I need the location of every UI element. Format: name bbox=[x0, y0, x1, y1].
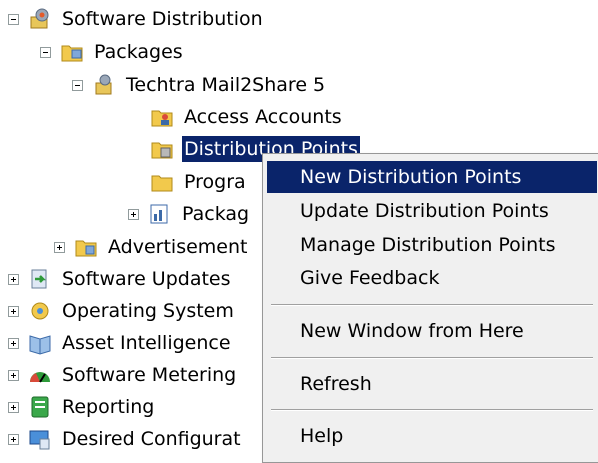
asset-intelligence-icon bbox=[28, 331, 52, 355]
tree-item-advertisements[interactable]: Advertisement bbox=[54, 231, 249, 263]
tree-item-software-updates[interactable]: Software Updates bbox=[8, 263, 233, 295]
expand-toggle[interactable] bbox=[8, 401, 19, 413]
menu-separator bbox=[271, 357, 593, 359]
collapse-toggle[interactable] bbox=[72, 79, 83, 91]
menu-item-update-distribution-points[interactable]: Update Distribution Points bbox=[267, 195, 597, 227]
menu-item-give-feedback[interactable]: Give Feedback bbox=[267, 262, 597, 294]
collapse-toggle[interactable] bbox=[40, 46, 51, 58]
tree-item-asset-intelligence[interactable]: Asset Intelligence bbox=[8, 327, 233, 359]
tree-item-techtra-package[interactable]: Techtra Mail2Share 5 bbox=[72, 69, 327, 101]
folder-icon bbox=[150, 170, 174, 194]
reporting-icon bbox=[28, 395, 52, 419]
expand-toggle[interactable] bbox=[128, 208, 139, 220]
tree-item-software-metering[interactable]: Software Metering bbox=[8, 359, 238, 391]
menu-separator bbox=[271, 409, 593, 411]
expand-toggle[interactable] bbox=[8, 273, 19, 285]
tree-item-software-distribution[interactable]: Software Distribution bbox=[8, 3, 265, 35]
tree-item-desired-configuration[interactable]: Desired Configurat bbox=[8, 423, 243, 455]
tree-label: Software Metering bbox=[62, 364, 237, 386]
advertisements-icon bbox=[74, 235, 98, 259]
package-status-icon bbox=[148, 202, 172, 226]
tree-label: Asset Intelligence bbox=[62, 332, 231, 354]
tree-item-programs[interactable]: Progra bbox=[150, 166, 248, 198]
tree-item-package-status[interactable]: Packag bbox=[128, 198, 251, 230]
tree-label: Access Accounts bbox=[184, 106, 342, 128]
tree-label: Advertisement bbox=[108, 236, 248, 258]
operating-system-icon bbox=[28, 299, 52, 323]
collapse-toggle[interactable] bbox=[8, 13, 19, 25]
tree-item-reporting[interactable]: Reporting bbox=[8, 391, 156, 423]
expand-toggle[interactable] bbox=[8, 305, 19, 317]
distribution-points-icon bbox=[150, 137, 174, 161]
desired-configuration-icon bbox=[28, 427, 52, 451]
tree-label: Packages bbox=[94, 41, 183, 63]
access-accounts-icon bbox=[150, 105, 174, 129]
menu-item-new-distribution-points[interactable]: New Distribution Points bbox=[267, 161, 597, 193]
software-distribution-icon bbox=[28, 7, 52, 31]
menu-separator bbox=[271, 304, 593, 306]
software-metering-icon bbox=[28, 363, 52, 387]
tree-item-access-accounts[interactable]: Access Accounts bbox=[150, 101, 344, 133]
tree-label: Progra bbox=[184, 171, 246, 193]
tree-label: Reporting bbox=[62, 396, 155, 418]
expand-toggle[interactable] bbox=[8, 337, 19, 349]
tree-label: Packag bbox=[182, 203, 250, 225]
tree-item-operating-system[interactable]: Operating System bbox=[8, 295, 236, 327]
tree-label: Software Distribution bbox=[62, 8, 263, 30]
menu-item-manage-distribution-points[interactable]: Manage Distribution Points bbox=[267, 229, 597, 261]
expand-toggle[interactable] bbox=[8, 433, 19, 445]
package-icon bbox=[92, 73, 116, 97]
software-updates-icon bbox=[28, 267, 52, 291]
tree-label: Desired Configurat bbox=[62, 428, 241, 450]
menu-item-help[interactable]: Help bbox=[267, 420, 597, 452]
menu-item-new-window-from-here[interactable]: New Window from Here bbox=[267, 315, 597, 347]
tree-item-packages[interactable]: Packages bbox=[40, 36, 185, 68]
menu-item-refresh[interactable]: Refresh bbox=[267, 368, 597, 400]
tree-label: Software Updates bbox=[62, 268, 231, 290]
tree-label: Operating System bbox=[62, 300, 234, 322]
tree-label: Techtra Mail2Share 5 bbox=[126, 74, 326, 96]
context-menu: New Distribution Points Update Distribut… bbox=[262, 153, 598, 463]
expand-toggle[interactable] bbox=[8, 369, 19, 381]
expand-toggle[interactable] bbox=[54, 241, 65, 253]
packages-folder-icon bbox=[60, 40, 84, 64]
